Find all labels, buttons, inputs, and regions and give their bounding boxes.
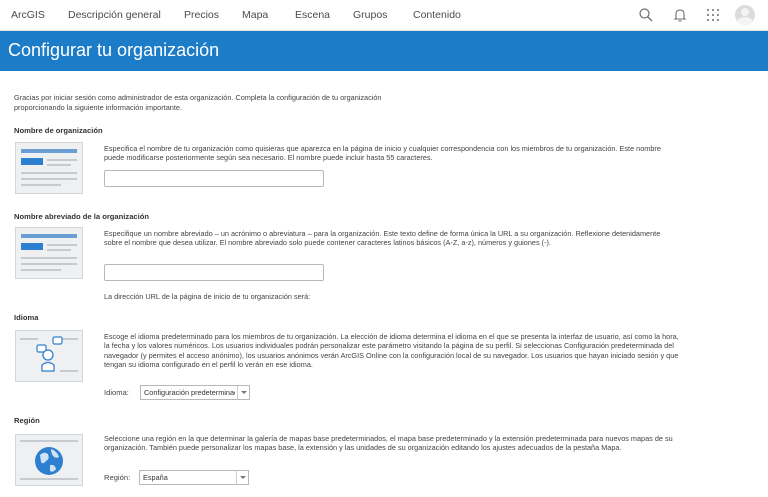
- region-description: Seleccione una región en la que determin…: [104, 434, 673, 453]
- section-title-region: Región: [14, 416, 40, 425]
- search-icon[interactable]: [637, 6, 655, 24]
- user-avatar[interactable]: [735, 5, 755, 25]
- org-name-input[interactable]: [104, 170, 324, 187]
- region-label: Región:: [104, 473, 131, 482]
- nav-precios[interactable]: Precios: [184, 9, 219, 21]
- region-select[interactable]: España: [139, 470, 249, 485]
- nav-escena[interactable]: Escena: [295, 9, 330, 21]
- top-nav: ArcGIS Descripción general Precios Mapa …: [0, 0, 768, 31]
- section-title-org-name: Nombre de organización: [14, 126, 103, 135]
- language-label: Idioma:: [104, 388, 129, 397]
- page-title: Configurar tu organización: [8, 40, 220, 60]
- nav-grupos[interactable]: Grupos: [353, 9, 387, 21]
- region-selected-value: España: [143, 473, 168, 482]
- nav-descripcion-general[interactable]: Descripción general: [68, 9, 161, 21]
- apps-grid-icon[interactable]: [704, 6, 722, 24]
- section-title-short-name: Nombre abreviado de la organización: [14, 212, 150, 221]
- language-illustration: [15, 330, 83, 382]
- bell-icon[interactable]: [671, 6, 689, 24]
- short-name-illustration: [15, 227, 83, 279]
- short-name-input[interactable]: [104, 264, 324, 281]
- section-title-language: Idioma: [14, 313, 39, 322]
- page-banner: Configurar tu organización: [0, 31, 768, 71]
- brand-link[interactable]: ArcGIS: [11, 9, 45, 21]
- intro-text: Gracias por iniciar sesión como administ…: [14, 93, 382, 112]
- chevron-down-icon: [236, 471, 248, 484]
- region-illustration: [15, 434, 83, 486]
- language-select[interactable]: Configuración predeterminada del navegad…: [140, 385, 250, 400]
- chevron-down-icon: [237, 386, 249, 399]
- org-name-illustration: [15, 142, 83, 194]
- short-name-description: Especifique un nombre abreviado – un acr…: [104, 229, 661, 248]
- nav-contenido[interactable]: Contenido: [413, 9, 461, 21]
- language-description: Escoge el idioma predeterminado para los…: [104, 332, 679, 369]
- nav-mapa[interactable]: Mapa: [242, 9, 268, 21]
- language-selected-value: Configuración predeterminada del navegad…: [144, 388, 235, 397]
- org-name-description: Especifica el nombre de tu organización …: [104, 144, 661, 163]
- org-url-note: La dirección URL de la página de inicio …: [104, 292, 311, 301]
